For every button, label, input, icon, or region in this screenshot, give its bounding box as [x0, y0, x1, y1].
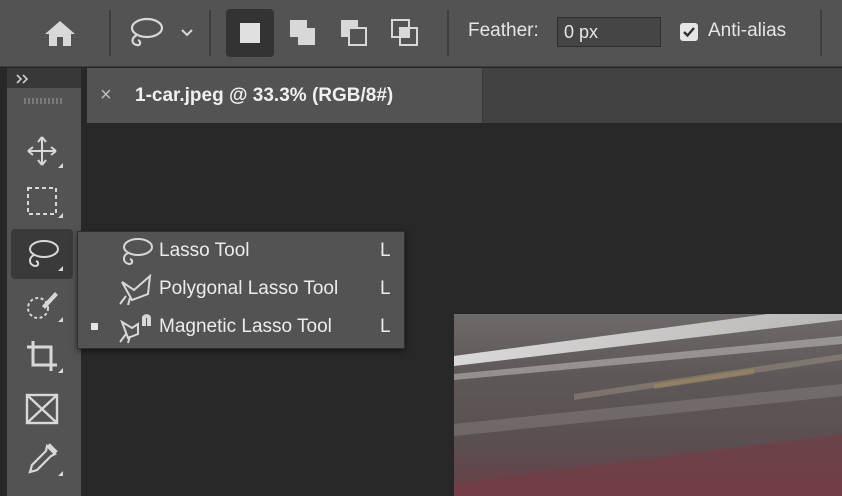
- crop-tool-button[interactable]: [11, 331, 73, 381]
- checkmark-icon: [683, 27, 695, 38]
- lasso-tools-flyout: Lasso Tool L Polygonal Lasso Tool L Magn…: [77, 231, 405, 349]
- add-to-selection-icon: [290, 20, 315, 45]
- new-selection-button[interactable]: [226, 9, 274, 57]
- separator: [109, 10, 111, 56]
- move-tool-button[interactable]: [11, 126, 73, 176]
- double-chevron-right-icon: [16, 74, 29, 84]
- move-icon: [27, 136, 57, 166]
- feather-label: Feather:: [468, 20, 539, 41]
- rectangular-marquee-icon: [27, 187, 57, 215]
- document-tab-title[interactable]: 1-car.jpeg @ 33.3% (RGB/8#): [135, 85, 393, 107]
- submenu-indicator: [58, 368, 63, 373]
- anti-alias-checkbox[interactable]: [680, 23, 698, 41]
- lasso-icon: [123, 238, 153, 266]
- menu-item-shortcut: L: [380, 316, 391, 337]
- lasso-icon: [29, 240, 59, 268]
- new-selection-icon: [240, 23, 260, 43]
- submenu-indicator: [58, 213, 63, 218]
- menu-item-shortcut: L: [380, 278, 391, 299]
- document-image[interactable]: [454, 314, 842, 496]
- image-content: [454, 314, 842, 496]
- intersect-with-selection-button[interactable]: [382, 9, 428, 57]
- menu-item-lasso-tool[interactable]: Lasso Tool L: [78, 232, 404, 270]
- document-tab[interactable]: × 1-car.jpeg @ 33.3% (RGB/8#): [87, 68, 483, 123]
- quick-selection-icon: [27, 292, 58, 319]
- separator: [447, 10, 449, 56]
- chevron-down-icon: [181, 29, 193, 37]
- separator: [820, 10, 822, 56]
- add-to-selection-button[interactable]: [280, 9, 326, 57]
- panel-grip[interactable]: [24, 98, 64, 104]
- eyedropper-tool-button[interactable]: [11, 434, 73, 484]
- anti-alias-label[interactable]: Anti-alias: [708, 20, 786, 42]
- tab-bar-background: [483, 68, 842, 123]
- intersect-with-selection-icon: [391, 19, 418, 46]
- lasso-icon: [130, 17, 164, 47]
- current-tool-indicator: [91, 323, 98, 330]
- home-icon: [45, 21, 75, 46]
- menu-item-polygonal-lasso-tool[interactable]: Polygonal Lasso Tool L: [78, 270, 404, 308]
- close-tab-button[interactable]: ×: [100, 84, 112, 107]
- magnetic-lasso-icon: [119, 314, 151, 344]
- menu-item-label: Lasso Tool: [159, 240, 250, 261]
- tool-preset-picker[interactable]: [120, 9, 200, 57]
- menu-item-magnetic-lasso-tool[interactable]: Magnetic Lasso Tool L: [78, 308, 404, 346]
- subtract-from-selection-icon: [341, 20, 367, 46]
- lasso-tool-button[interactable]: [11, 229, 73, 279]
- tools-panel: [7, 68, 81, 496]
- submenu-indicator: [58, 266, 63, 271]
- subtract-from-selection-button[interactable]: [331, 9, 377, 57]
- separator: [209, 10, 211, 56]
- menu-item-shortcut: L: [380, 240, 391, 261]
- menu-item-label: Magnetic Lasso Tool: [159, 316, 332, 337]
- submenu-indicator: [58, 163, 63, 168]
- frame-tool-button[interactable]: [11, 384, 73, 434]
- home-button[interactable]: [34, 9, 86, 57]
- crop-icon: [27, 341, 57, 371]
- options-bar: Feather: Anti-alias: [0, 0, 842, 67]
- submenu-indicator: [58, 471, 63, 476]
- marquee-tool-button[interactable]: [11, 176, 73, 226]
- submenu-indicator: [58, 317, 63, 322]
- frame-icon: [25, 393, 59, 425]
- eyedropper-icon: [28, 443, 58, 474]
- polygonal-lasso-icon: [119, 274, 152, 306]
- quick-selection-tool-button[interactable]: [11, 280, 73, 330]
- panel-collapse-button[interactable]: [7, 68, 81, 88]
- menu-item-label: Polygonal Lasso Tool: [159, 278, 339, 299]
- feather-input[interactable]: [557, 17, 661, 47]
